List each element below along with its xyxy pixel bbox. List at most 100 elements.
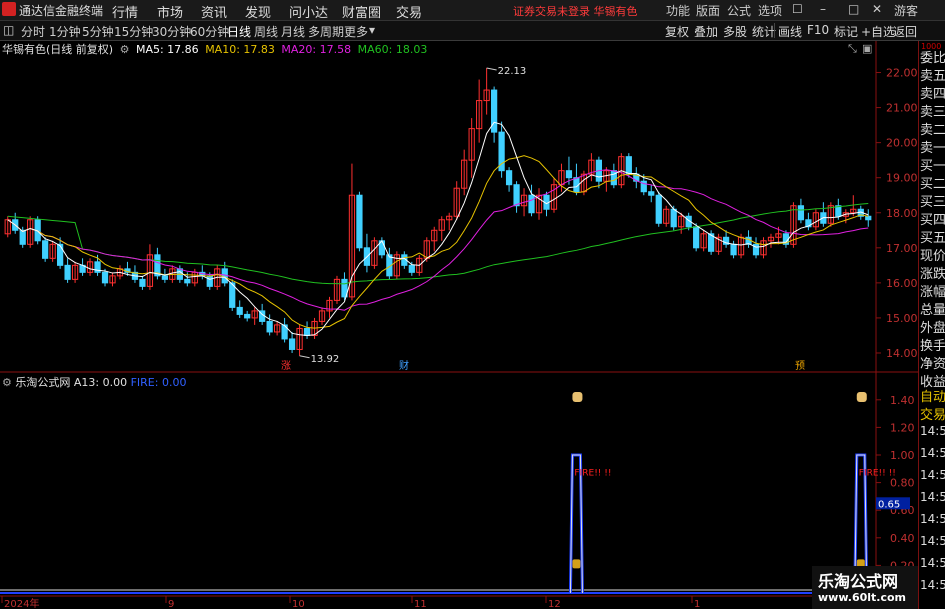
menu-discover[interactable]: 发现 <box>245 2 271 21</box>
user-icon[interactable]: ☐ <box>792 2 803 16</box>
panel-label-10: 买五 <box>920 231 945 246</box>
event-marker: 财 <box>399 359 409 372</box>
time-tick-label: 9 <box>168 599 174 609</box>
menu-quotes[interactable]: 行情 <box>112 2 138 21</box>
menu-layout[interactable]: 版面 <box>696 2 720 19</box>
fire-signal-text: FIRE!! !! <box>574 469 611 479</box>
panel-label-5: 卖一 <box>920 141 945 156</box>
period-weekly[interactable]: 周线 <box>254 23 278 40</box>
panel-label-1: 卖五 <box>920 69 945 84</box>
menu-options[interactable]: 选项 <box>758 2 782 19</box>
period-1min[interactable]: 1分钟 <box>49 23 81 40</box>
candle-body <box>101 271 109 284</box>
maximize-icon[interactable]: □ <box>848 2 859 16</box>
back-button[interactable]: 返回 <box>893 23 917 40</box>
draw-button[interactable]: 画线 <box>778 23 802 40</box>
watermark-url: www.60lt.com <box>818 591 907 604</box>
period-5min[interactable]: 5分钟 <box>82 23 114 40</box>
price-tick-label: 19.00 <box>886 172 918 185</box>
price-tick-label: 15.00 <box>886 312 918 325</box>
menu-formula[interactable]: 公式 <box>727 2 751 19</box>
period-more[interactable]: 更多 <box>344 23 368 40</box>
panel-label-4: 卖二 <box>920 123 945 138</box>
indicator-info-bar: ⚙ 乐淘公式网 A13: 0.00 FIRE: 0.00 <box>2 374 186 389</box>
overlay-button[interactable]: 叠加 <box>694 23 718 40</box>
candle-body <box>648 191 655 196</box>
add-watchlist-button[interactable]: +自选 <box>861 23 895 40</box>
indicator-name[interactable]: 乐淘公式网 <box>15 376 70 389</box>
candle-body <box>184 278 191 284</box>
mark-button[interactable]: 标记 <box>834 23 858 40</box>
chevron-down-icon[interactable]: ▾ <box>369 23 375 37</box>
ma60-line <box>7 202 869 285</box>
candle-body <box>57 243 64 266</box>
expand-icon[interactable]: ◫ <box>3 23 14 37</box>
kline-chart[interactable]: 22.00 21.00 20.00 19.00 18.00 17.00 16.00 15.00… <box>0 41 918 609</box>
login-notice[interactable]: 证券交易未登录 华锡有色 <box>513 3 638 19</box>
menu-market[interactable]: 市场 <box>157 2 183 21</box>
panel-auto-1[interactable]: 交易 <box>920 404 945 423</box>
candle-body <box>288 338 296 350</box>
price-tick-label: 21.00 <box>886 102 918 115</box>
candle-body <box>693 226 700 249</box>
panel-label-2: 卖四 <box>920 87 945 102</box>
panel-label-11: 现价 <box>920 249 945 264</box>
time-tick-label: 1 <box>694 599 700 609</box>
stats-button[interactable]: 统计 <box>752 23 776 40</box>
a13-value: A13: 0.00 <box>73 376 128 389</box>
panel-time-1: 14:56 <box>920 446 945 460</box>
candle-body <box>161 275 168 280</box>
candle-body <box>513 184 520 207</box>
menu-trade[interactable]: 交易 <box>396 2 422 21</box>
panel-time-2: 14:56 <box>920 468 945 482</box>
panel-label-6: 买一 <box>920 159 945 174</box>
menu-news[interactable]: 资讯 <box>201 2 227 21</box>
menu-function[interactable]: 功能 <box>666 2 690 19</box>
ind-tick-label: 1.00 <box>890 449 915 462</box>
candle-body <box>505 170 513 186</box>
panel-label-12: 涨跌 <box>920 267 945 282</box>
period-30min[interactable]: 30分钟 <box>152 23 191 40</box>
price-tick-label: 16.00 <box>886 277 918 290</box>
adjust-button[interactable]: 复权 <box>665 23 689 40</box>
minimize-icon[interactable]: – <box>820 2 826 16</box>
menu-wealth[interactable]: 财富圈 <box>342 2 381 21</box>
panel-label-16: 换手 <box>920 339 945 354</box>
app-title: 通达信金融终端 <box>19 4 104 18</box>
candle-body <box>19 229 26 245</box>
candle-body <box>139 278 146 287</box>
period-daily[interactable]: 日线 <box>227 23 251 40</box>
price-tick-label: 20.00 <box>886 137 918 150</box>
period-60min[interactable]: 60分钟 <box>190 23 229 40</box>
candle-body <box>565 170 573 179</box>
multi-stock-button[interactable]: 多股 <box>723 23 747 40</box>
toolbar-divider <box>774 23 775 38</box>
low-marker <box>299 355 310 359</box>
guest-label[interactable]: 游客 <box>894 2 918 19</box>
period-multi[interactable]: 多周期 <box>308 23 344 40</box>
candle-body <box>64 264 71 280</box>
candle-body <box>670 208 677 228</box>
ind-tick-label: 1.20 <box>890 421 915 434</box>
event-marker: 预 <box>795 360 805 372</box>
candle-body <box>730 243 737 256</box>
menu-ask[interactable]: 问小达 <box>289 2 328 21</box>
quote-side-panel: 委比 卖五 卖四 卖三 卖二 卖一 买一 买二 买三 买四 买五 现价 涨跌 涨幅 总量 外盘 换手 净资 收益 自动… <box>918 41 945 609</box>
panel-time-4: 14:56 <box>920 512 945 526</box>
money-bag-icon <box>572 559 581 569</box>
period-monthly[interactable]: 月线 <box>281 23 305 40</box>
period-15min[interactable]: 15分钟 <box>114 23 153 40</box>
panel-label-9: 买四 <box>920 213 945 228</box>
period-minute[interactable]: 分时 <box>21 23 45 40</box>
panel-label-17: 净资 <box>920 357 945 372</box>
time-tick-label: 10 <box>292 599 305 609</box>
indicator-settings-icon[interactable]: ⚙ <box>2 376 12 389</box>
candle-body <box>625 156 632 175</box>
candle-body <box>655 194 662 224</box>
close-icon[interactable]: ✕ <box>872 2 882 16</box>
candle-body <box>408 264 415 273</box>
f10-button[interactable]: F10 <box>807 23 829 37</box>
menu-bar: 通达信金融终端 行情 市场 资讯 发现 问小达 财富圈 交易 证券交易未登录 华… <box>0 0 945 21</box>
time-tick-label: 2024年 <box>4 597 39 609</box>
panel-auto-0[interactable]: 自动 <box>920 386 945 405</box>
